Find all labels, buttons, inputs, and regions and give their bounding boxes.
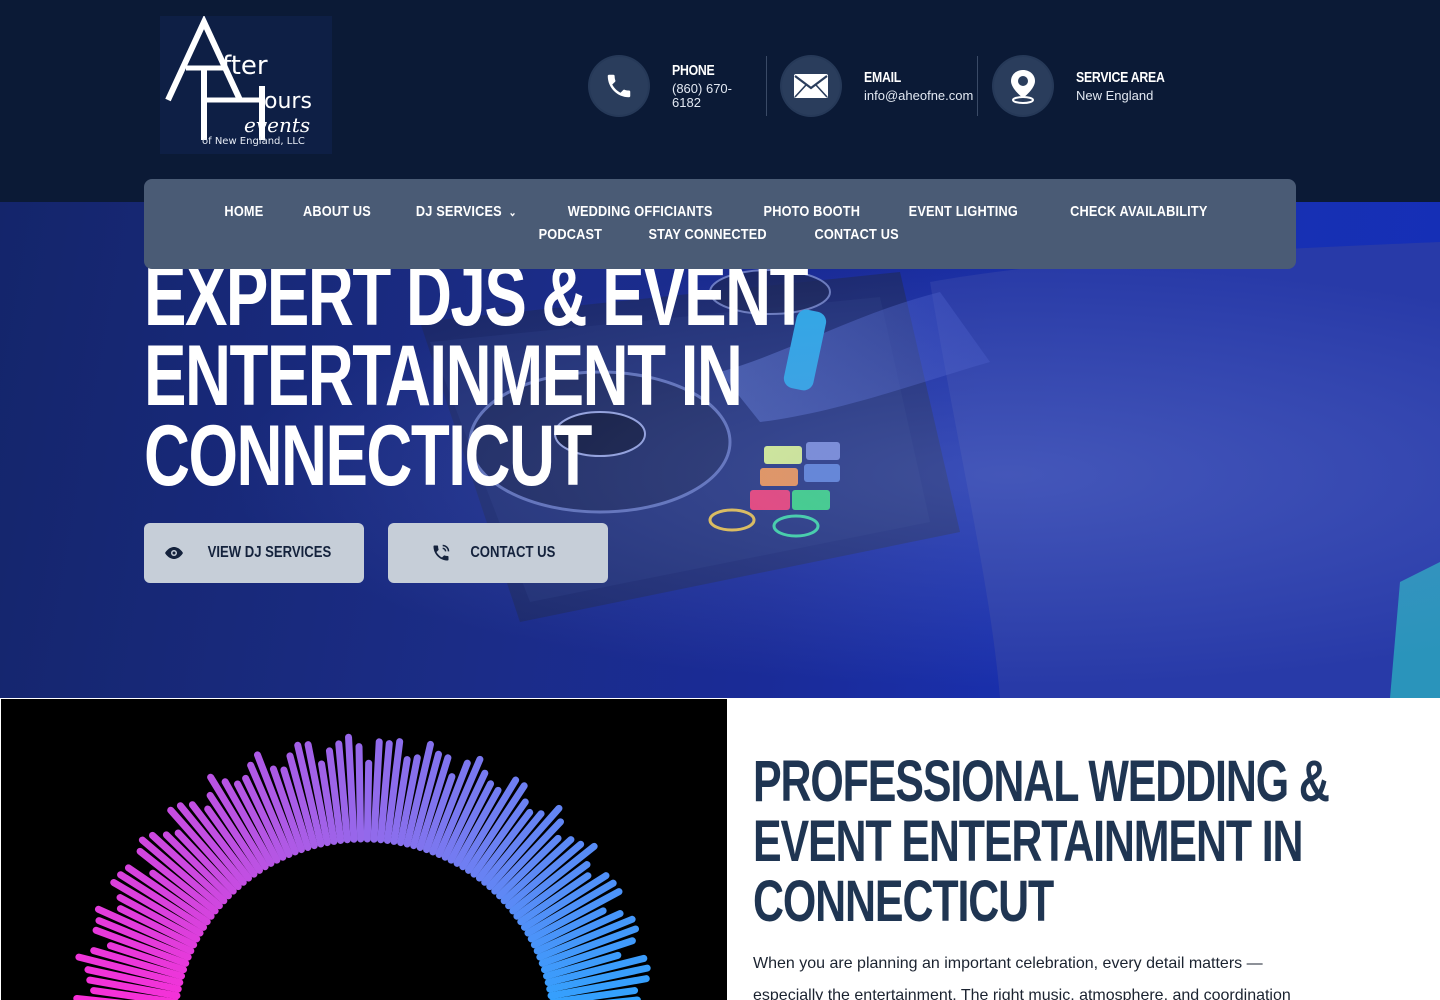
logo-subtitle: of New England, LLC: [202, 136, 305, 147]
hero-title: EXPERT DJS & EVENT ENTERTAINMENT IN CONN…: [144, 253, 808, 504]
nav-item-contact-us[interactable]: CONTACT US: [815, 226, 899, 244]
header-divider: [977, 56, 978, 116]
phone-label: PHONE: [672, 62, 715, 79]
nav-item-home[interactable]: HOME: [224, 203, 263, 222]
visualizer-bar: [355, 743, 365, 843]
hero-title-line: CONNECTICUT: [144, 408, 592, 504]
about-title-line: EVENT ENTERTAINMENT IN: [753, 809, 1304, 874]
nav-item-stay-connected[interactable]: STAY CONNECTED: [649, 226, 767, 244]
about-title-line: PROFESSIONAL WEDDING &: [753, 749, 1330, 814]
site-header: fter ours events of New England, LLC PHO…: [0, 0, 1440, 202]
phone-ringing-icon: [433, 544, 450, 561]
about-section: PROFESSIONAL WEDDING & EVENT ENTERTAINME…: [727, 698, 1440, 1000]
view-dj-services-button[interactable]: VIEW DJ SERVICES: [144, 523, 364, 583]
chevron-down-icon: ⌄: [508, 207, 517, 219]
nav-item-check-availability[interactable]: CHECK AVAILABILITY: [1070, 203, 1207, 222]
nav-item-event-lighting[interactable]: EVENT LIGHTING: [909, 203, 1018, 222]
nav-item-label: DJ SERVICES: [415, 203, 502, 220]
contact-us-button[interactable]: CONTACT US: [388, 523, 608, 583]
nav-item-about-us[interactable]: ABOUT US: [303, 203, 371, 222]
sound-visualizer-image: [1, 699, 727, 1000]
eye-icon: [164, 547, 183, 559]
logo-mark-icon: fter ours events: [165, 16, 312, 140]
nav-item-wedding-officiants[interactable]: WEDDING OFFICIANTS: [568, 203, 713, 222]
about-title-line: CONNECTICUT: [753, 869, 1054, 934]
phone-value-line1[interactable]: (860) 670-: [672, 82, 732, 96]
about-title: PROFESSIONAL WEDDING & EVENT ENTERTAINME…: [753, 749, 1330, 934]
service-area-label: SERVICE AREA: [1076, 69, 1165, 86]
visualizer-bar: [363, 759, 373, 843]
visualizer-ring-icon: [73, 733, 651, 1000]
main-nav: HOME ABOUT US DJ SERVICES ⌄ WEDDING OFFIC…: [144, 179, 1296, 269]
about-paragraph: When you are planning an important celeb…: [753, 955, 1291, 1000]
envelope-icon: [782, 57, 840, 115]
contact-us-label: CONTACT US: [470, 544, 556, 561]
contact-email[interactable]: EMAIL info@aheofne.com: [782, 56, 973, 116]
nav-item-podcast[interactable]: PODCAST: [539, 226, 603, 244]
header-divider: [766, 56, 767, 116]
svg-text:events: events: [244, 113, 310, 137]
contact-phone[interactable]: PHONE (860) 670- 6182: [590, 56, 732, 116]
phone-value-line2[interactable]: 6182: [672, 96, 732, 110]
site-logo[interactable]: fter ours events of New England, LLC: [160, 16, 332, 154]
map-pin-icon: [994, 57, 1052, 115]
nav-item-dj-services[interactable]: DJ SERVICES ⌄: [415, 203, 516, 222]
view-dj-services-label: VIEW DJ SERVICES: [207, 544, 331, 561]
svg-text:fter: fter: [222, 51, 268, 81]
phone-icon: [590, 57, 648, 115]
email-value[interactable]: info@aheofne.com: [864, 89, 973, 103]
hero-title-line: ENTERTAINMENT IN: [144, 328, 743, 424]
service-area-value: New England: [1076, 88, 1154, 103]
nav-item-photo-booth[interactable]: PHOTO BOOTH: [764, 203, 861, 222]
contact-service-area: SERVICE AREA New England: [994, 56, 1184, 116]
svg-text:ours: ours: [264, 89, 312, 114]
email-label: EMAIL: [864, 69, 902, 86]
visualizer-bar: [370, 738, 383, 843]
